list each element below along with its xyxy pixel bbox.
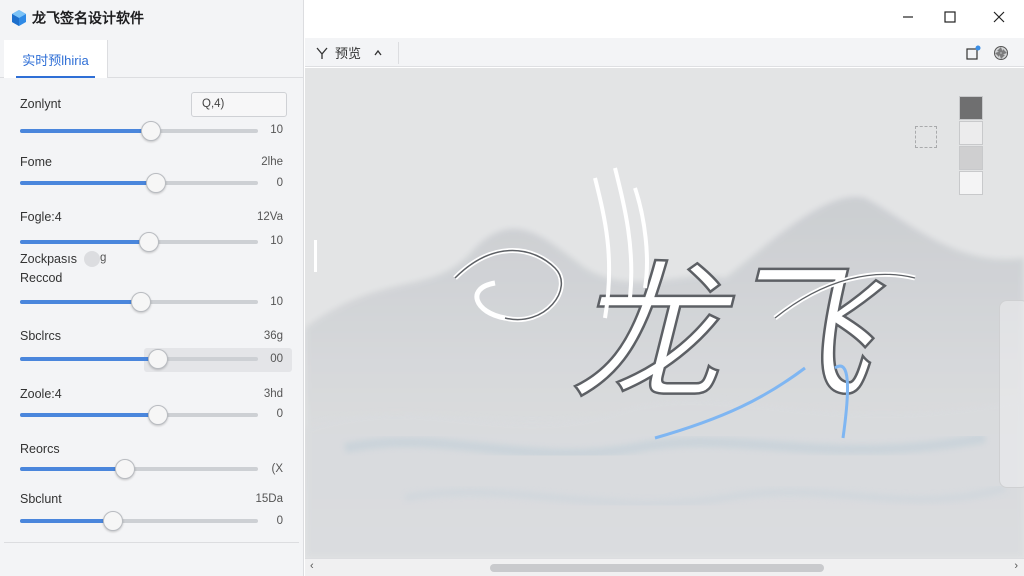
slider-thumb[interactable]: [148, 349, 169, 369]
slider-thumb[interactable]: [102, 511, 123, 531]
param-label: Zonlynt: [20, 97, 61, 111]
slider-fill: [20, 357, 159, 361]
slider-fill: [20, 413, 159, 417]
param-value: 0: [276, 408, 283, 420]
color-swatch[interactable]: [959, 121, 983, 145]
slider-fill: [20, 129, 151, 133]
color-swatch[interactable]: [959, 171, 983, 195]
param-value: 10: [270, 296, 283, 308]
scrollbar-thumb[interactable]: [490, 564, 824, 572]
tab-live-preview[interactable]: 实时预lhiria: [4, 40, 108, 78]
slider-fill: [20, 240, 149, 244]
aperture-icon[interactable]: [992, 44, 1010, 62]
signature-text: 龙飞: [570, 248, 885, 422]
param-extra: 12Va: [256, 211, 283, 223]
maximize-icon[interactable]: [927, 2, 973, 32]
param-slider[interactable]: [20, 292, 258, 312]
slider-fill: [20, 467, 125, 471]
param-extra: 36g: [263, 330, 283, 342]
param-slider[interactable]: [20, 459, 258, 479]
signature-canvas[interactable]: 龙飞: [305, 68, 1024, 558]
param-extra: 3hd: [263, 388, 283, 400]
preview-area: 预览 龙飞 ‹ ›: [305, 0, 1024, 576]
param-slider[interactable]: [20, 121, 258, 141]
param-value: 10: [270, 124, 283, 136]
close-icon[interactable]: [976, 2, 1022, 32]
selection-box-icon[interactable]: [915, 126, 937, 148]
slider-thumb[interactable]: [131, 292, 152, 312]
param-extra: g: [100, 252, 107, 264]
param-value: 0: [276, 515, 283, 527]
param-slider[interactable]: [20, 232, 258, 252]
param-label-secondary: Reccod: [20, 271, 63, 285]
param-slider[interactable]: [20, 405, 258, 425]
slider-thumb[interactable]: [138, 232, 159, 252]
param-extra: 2lhe: [261, 156, 283, 168]
settings-panel: 龙飞签名设计软件 实时预lhiria Zonlynt Q,4) 10 Fome …: [0, 0, 304, 576]
horizontal-scrollbar[interactable]: ‹ ›: [305, 558, 1024, 576]
color-swatch[interactable]: [959, 96, 983, 120]
param-value-input[interactable]: Q,4): [191, 92, 287, 117]
param-value: 10: [270, 235, 283, 247]
param-label: Reorcs: [20, 442, 60, 456]
param-slider[interactable]: [20, 511, 258, 531]
slider-fill: [20, 300, 142, 304]
slider-fill: [20, 519, 113, 523]
slider-thumb[interactable]: [148, 405, 169, 425]
param-value: 0: [276, 177, 283, 189]
title-bar: 龙飞签名设计软件: [0, 0, 304, 36]
divider: [4, 542, 299, 543]
app-logo-icon: [10, 9, 28, 27]
param-extra: 15Da: [255, 493, 284, 505]
param-slider[interactable]: [20, 349, 258, 369]
param-label: Sbclunt: [20, 492, 62, 506]
param-label: Zoole:4: [20, 387, 62, 401]
scroll-right-icon[interactable]: ›: [1014, 560, 1018, 572]
param-label: Sbclrcs: [20, 329, 61, 343]
minimize-icon[interactable]: [885, 2, 931, 32]
preview-label: 预览: [335, 46, 362, 61]
preview-toolbar: 预览: [305, 38, 1024, 67]
side-panel-handle[interactable]: [999, 300, 1024, 488]
info-icon[interactable]: [84, 251, 100, 267]
param-label: Fome: [20, 155, 52, 169]
param-label: Zockpasıs: [20, 252, 77, 266]
pen-icon: [315, 46, 329, 60]
window-icon[interactable]: [964, 44, 982, 62]
left-resize-handle[interactable]: [314, 240, 317, 272]
param-value: 00: [270, 353, 283, 365]
slider-thumb[interactable]: [145, 173, 166, 193]
app-title: 龙飞签名设计软件: [32, 10, 144, 26]
chevron-up-icon: [373, 48, 383, 58]
slider-thumb[interactable]: [140, 121, 161, 141]
slider-fill: [20, 181, 156, 185]
param-value: (X: [271, 463, 284, 475]
param-label: Fogle:4: [20, 210, 62, 224]
scroll-left-icon[interactable]: ‹: [310, 560, 314, 572]
slider-thumb[interactable]: [114, 459, 135, 479]
param-slider[interactable]: [20, 173, 258, 193]
tab-bar: 实时预lhiria: [0, 40, 304, 78]
color-swatch[interactable]: [959, 146, 983, 170]
preview-dropdown[interactable]: 预览: [311, 38, 399, 67]
